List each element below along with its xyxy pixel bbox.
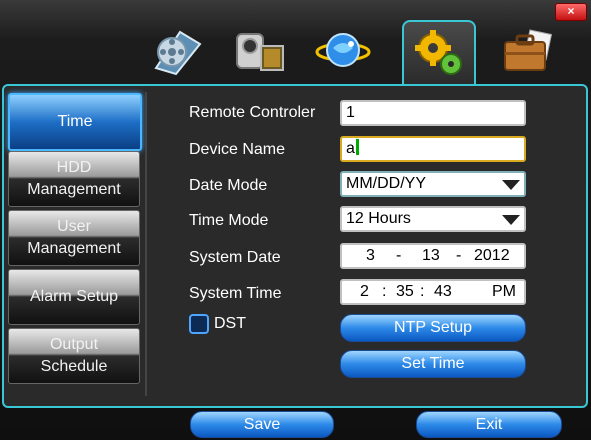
tab-settings[interactable] [402, 20, 476, 86]
time-separator: : [420, 283, 425, 300]
sidebar-item-label: Management [27, 240, 121, 257]
set-time-button[interactable]: Set Time [340, 350, 526, 378]
remote-controller-field[interactable]: 1 [340, 100, 526, 126]
date-month[interactable]: 3 [366, 245, 375, 267]
sidebar-item-hdd-management[interactable]: HDD Management [8, 151, 140, 207]
briefcase-icon [499, 24, 555, 81]
dst-label: DST [214, 315, 246, 332]
network-globe-icon [313, 24, 373, 81]
system-time-label: System Time [189, 285, 282, 302]
tab-network[interactable] [310, 22, 376, 82]
chevron-down-icon[interactable] [502, 215, 520, 225]
date-separator: - [456, 247, 462, 264]
sidebar-item-output-schedule[interactable]: Output Schedule [8, 328, 140, 384]
tab-record[interactable] [145, 22, 211, 82]
film-reel-icon [150, 24, 206, 81]
dst-checkbox[interactable] [189, 314, 209, 334]
sidebar-item-user-management[interactable]: User Management [8, 210, 140, 266]
date-mode-select[interactable]: MM/DD/YY [340, 171, 526, 197]
device-name-field[interactable]: a [340, 136, 526, 162]
chevron-down-icon[interactable] [502, 180, 520, 190]
remote-controller-label: Remote Controler [189, 104, 316, 121]
time-ampm[interactable]: PM [492, 281, 516, 303]
settings-window: × Time HDD Management User Management Al… [0, 0, 591, 440]
device-name-label: Device Name [189, 141, 286, 158]
sidebar-item-label: User [57, 218, 91, 235]
time-mode-value: 12 Hours [346, 210, 411, 227]
time-second[interactable]: 43 [434, 281, 452, 303]
tab-tools[interactable] [494, 22, 560, 82]
sidebar-item-alarm-setup[interactable]: Alarm Setup [8, 269, 140, 325]
system-date-label: System Date [189, 249, 281, 266]
gears-icon [411, 26, 467, 83]
sidebar-item-label: Alarm Setup [29, 288, 119, 305]
tab-camera[interactable] [226, 22, 292, 82]
time-minute[interactable]: 35 [396, 281, 414, 303]
sidebar-item-label: Output [49, 336, 99, 353]
date-mode-label: Date Mode [189, 177, 268, 194]
text-cursor [355, 139, 359, 155]
time-mode-select[interactable]: 12 Hours [340, 206, 526, 232]
tab-bar [0, 0, 591, 86]
remote-controller-value: 1 [346, 104, 355, 121]
ntp-setup-button[interactable]: NTP Setup [340, 314, 526, 342]
sidebar-item-label: Time [57, 113, 93, 130]
camera-icon [231, 24, 287, 81]
sidebar-item-label: Schedule [40, 358, 108, 375]
date-year[interactable]: 2012 [474, 245, 510, 267]
time-mode-label: Time Mode [189, 212, 269, 229]
system-time-field[interactable]: 2 : 35 : 43 PM [340, 279, 526, 305]
sidebar-item-label: HDD [56, 159, 92, 176]
device-name-value: a [346, 140, 355, 157]
sidebar-item-time[interactable]: Time [8, 93, 142, 151]
sidebar-divider [145, 92, 147, 396]
date-mode-value: MM/DD/YY [346, 175, 426, 192]
save-button[interactable]: Save [190, 411, 334, 438]
exit-button[interactable]: Exit [416, 411, 562, 438]
date-day[interactable]: 13 [422, 245, 440, 267]
time-hour[interactable]: 2 [360, 281, 369, 303]
date-separator: - [396, 247, 402, 264]
system-date-field[interactable]: 3 - 13 - 2012 [340, 243, 526, 269]
time-separator: : [382, 283, 387, 300]
sidebar-item-label: Management [27, 181, 121, 198]
